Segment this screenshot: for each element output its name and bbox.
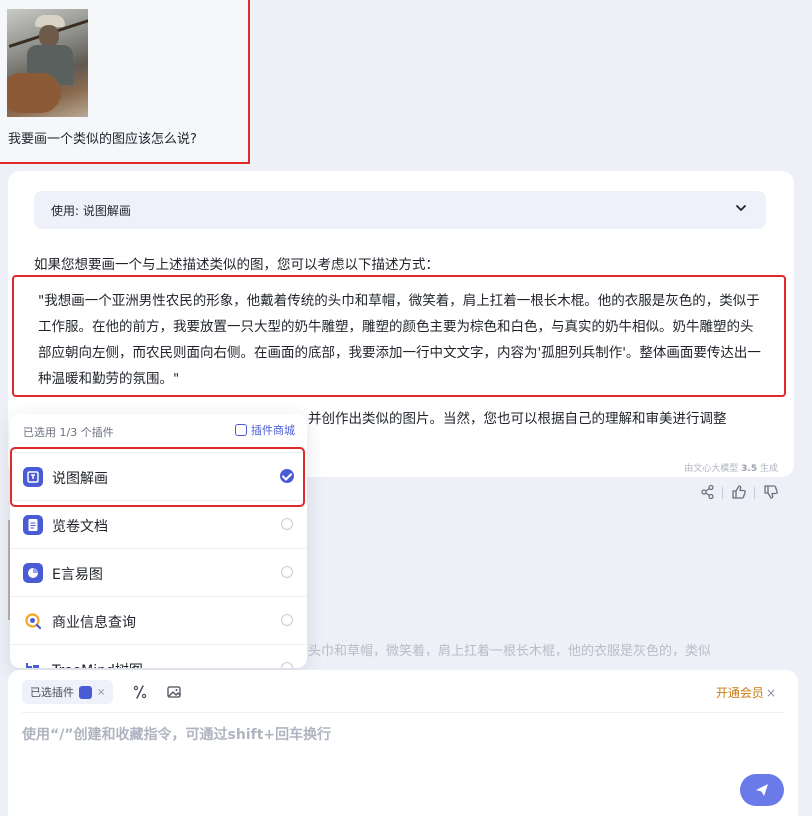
- store-icon: [235, 424, 247, 436]
- thumbs-down-icon[interactable]: [763, 484, 779, 500]
- radio-button[interactable]: [281, 614, 293, 626]
- background-text-snippet: 的头巾和草帽，微笑着，肩上扛着一根长木棍，他的衣服是灰色的，类似: [295, 644, 712, 659]
- user-message-text: 我要画一个类似的图应该怎么说?: [8, 132, 197, 147]
- chat-input[interactable]: 使用“/”创建和收藏指令，可通过shift+回车换行: [22, 724, 331, 744]
- close-icon[interactable]: ×: [766, 686, 776, 700]
- radio-button[interactable]: [281, 662, 293, 668]
- generated-by-note: 由文心大模型 3.5 生成: [684, 464, 778, 474]
- plugin-item-label: 览卷文档: [52, 519, 108, 535]
- vip-label: 开通会员: [715, 686, 764, 700]
- answer-actions: [698, 484, 788, 502]
- plugin-item-lanjuan[interactable]: 览卷文档: [10, 500, 307, 548]
- answer-quote: "我想画一个亚洲男性农民的形象，他戴着传统的头巾和草帽，微笑着，肩上扛着一根长木…: [12, 275, 786, 397]
- selected-plugins-label: 已选插件: [30, 686, 74, 699]
- plugin-usage-bar[interactable]: 使用: 说图解画: [34, 191, 766, 229]
- plugin-item-label: E言易图: [52, 567, 103, 583]
- tree-icon: [23, 659, 43, 668]
- plugin-item-label: TreeMind树图: [52, 660, 143, 668]
- close-icon[interactable]: ×: [97, 687, 105, 698]
- share-icon[interactable]: [700, 484, 716, 500]
- document-icon: [23, 515, 43, 535]
- plugin-item-shangye[interactable]: 商业信息查询: [10, 596, 307, 644]
- plugin-item-eyan[interactable]: E言易图: [10, 548, 307, 596]
- highlight-frame: [10, 447, 305, 507]
- radio-button[interactable]: [281, 518, 293, 530]
- uploaded-image[interactable]: [7, 9, 88, 117]
- plugin-item-treemind[interactable]: TreeMind树图: [10, 644, 307, 668]
- search-icon: [23, 611, 43, 631]
- send-icon: [756, 784, 768, 796]
- image-upload-icon[interactable]: [166, 684, 182, 700]
- answer-continuation: 并创作出类似的图片。当然，您也可以根据自己的理解和审美进行调整: [308, 411, 727, 427]
- pie-chart-icon: [23, 563, 43, 583]
- send-button[interactable]: [740, 774, 784, 806]
- plugin-store-link[interactable]: 插件商城: [235, 422, 295, 438]
- chat-input-area: 已选插件 × 开通会员 × 使用“/”创建和收藏指令，可通过shift+回车换行: [8, 670, 798, 816]
- plugin-usage-label: 使用: 说图解画: [51, 204, 131, 218]
- picture-icon: [79, 685, 92, 699]
- thumbs-up-icon[interactable]: [731, 484, 747, 500]
- slash-command-icon[interactable]: [132, 684, 148, 700]
- plugin-panel-header: 已选用 1/3 个插件: [23, 426, 114, 439]
- radio-button[interactable]: [281, 566, 293, 578]
- answer-intro: 如果您想要画一个与上述描述类似的图，您可以考虑以下描述方式：: [34, 257, 439, 273]
- selected-plugins-chip[interactable]: 已选插件 ×: [22, 680, 114, 704]
- divider: [22, 712, 784, 713]
- plugin-store-label: 插件商城: [251, 424, 295, 437]
- vip-upsell[interactable]: 开通会员 ×: [716, 684, 776, 701]
- user-message: 我要画一个类似的图应该怎么说?: [0, 0, 250, 164]
- chevron-down-icon[interactable]: [734, 201, 748, 215]
- plugin-item-label: 商业信息查询: [52, 615, 136, 631]
